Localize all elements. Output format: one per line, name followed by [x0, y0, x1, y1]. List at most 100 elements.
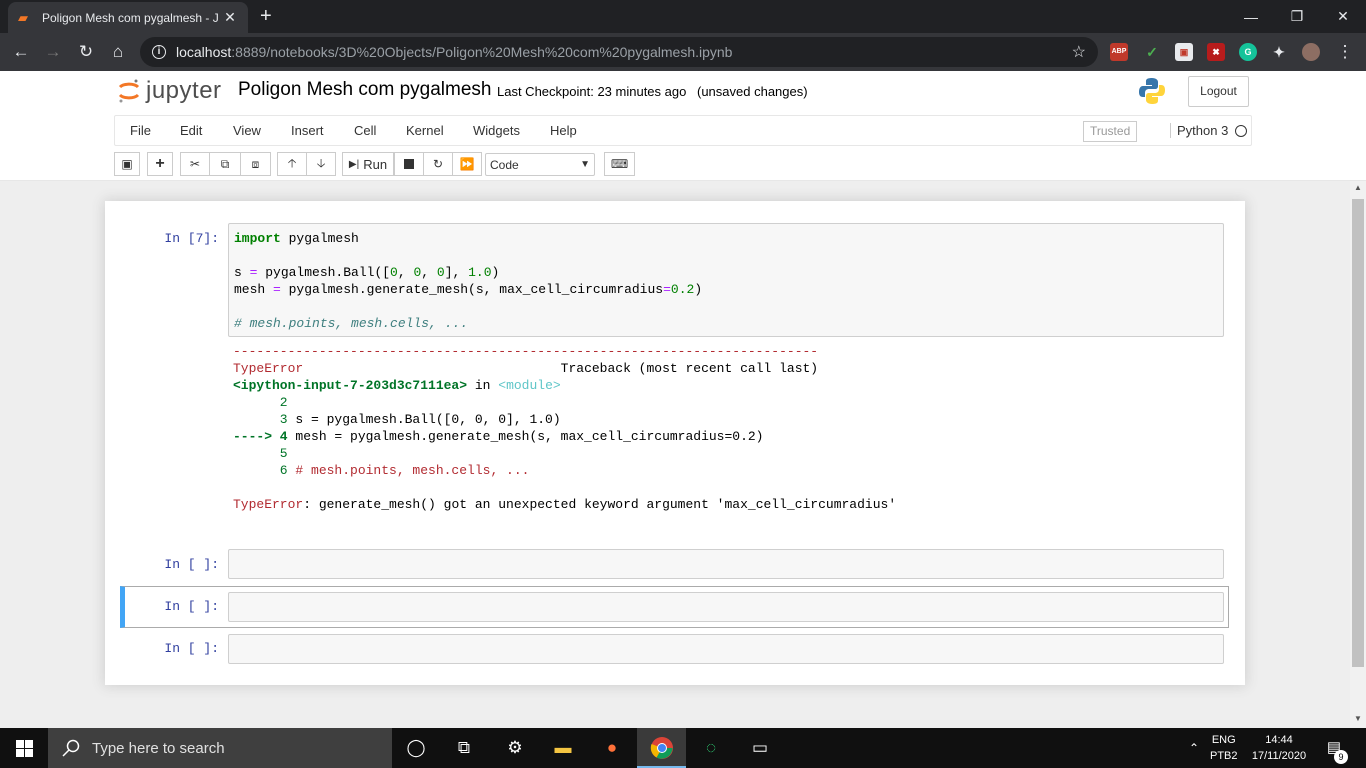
arrow-down-icon: 🡣 [316, 155, 326, 170]
app-loading-icon[interactable]: ◌ [699, 736, 723, 760]
close-window-icon[interactable]: ✕ [1320, 0, 1366, 33]
minimize-icon[interactable]: — [1228, 0, 1274, 33]
run-button[interactable]: ▶| Run [342, 152, 394, 176]
search-placeholder: Type here to search [92, 739, 225, 757]
home-icon[interactable]: ⌂ [107, 41, 129, 63]
step-forward-icon: ▶| [348, 158, 360, 170]
cell-prompt: In [ ]: [164, 641, 219, 656]
clock[interactable]: 14:44 17/11/2020 [1248, 732, 1310, 764]
address-bar[interactable]: i localhost:8889/notebooks/3D%20Objects/… [140, 37, 1098, 67]
chrome-taskbar-button[interactable] [637, 728, 686, 768]
menu-widgets[interactable]: Widgets [473, 123, 520, 138]
terminal-icon[interactable]: ▭ [748, 736, 772, 760]
cell-prompt: In [ ]: [164, 557, 219, 572]
settings-gear-icon[interactable]: ⚙ [503, 736, 527, 760]
code-input[interactable] [228, 634, 1224, 664]
menu-insert[interactable]: Insert [291, 123, 324, 138]
tray-chevron-up-icon[interactable]: ⌃ [1182, 736, 1206, 760]
restart-button[interactable]: ↻ [423, 152, 453, 176]
lang-code: ENG [1211, 734, 1236, 746]
check-extension-icon[interactable]: ✓ [1143, 43, 1161, 61]
restart-run-all-button[interactable]: ⏩ [452, 152, 482, 176]
browser-toolbar: ← → ↻ ⌂ i localhost:8889/notebooks/3D%20… [0, 33, 1366, 71]
browser-menu-icon[interactable]: ⋮ [1334, 41, 1356, 63]
language-indicator[interactable]: ENG PTB2 [1210, 732, 1238, 764]
file-explorer-icon[interactable]: ▬ [551, 736, 575, 760]
menu-edit[interactable]: Edit [180, 123, 202, 138]
cell-type-value: Code [490, 157, 519, 172]
move-up-button[interactable]: 🡡 [277, 152, 307, 176]
taskbar-search[interactable]: Type here to search [48, 728, 392, 768]
fast-forward-icon: ⏩ [459, 157, 475, 171]
traceback-line: ----------------------------------------… [233, 344, 819, 359]
traceback-line: TypeError Traceback (most recent call la… [233, 361, 819, 376]
jupyter-wordmark: jupyter [146, 77, 222, 104]
notebook-area: In [7]: import pygalmesh s = pygalmesh.B… [0, 181, 1350, 728]
jupyter-ring-icon [118, 79, 140, 103]
notebook-title[interactable]: Poligon Mesh com pygalmesh [238, 79, 491, 101]
browser-tab-bar: ▰ Poligon Mesh com pygalmesh - J ✕ + — ❐… [0, 0, 1366, 33]
traceback-line: 5 [233, 446, 288, 461]
profile-avatar[interactable] [1302, 43, 1320, 61]
taskbar: Type here to search ◯ ⧉ ⚙ ▬ ● ◌ ▭ ⌃ ENG … [0, 728, 1366, 768]
save-button[interactable]: ▣ [114, 152, 140, 176]
copy-icon: ⧉ [220, 156, 230, 171]
grammarly-extension-icon[interactable]: G [1239, 43, 1257, 61]
extensions-puzzle-icon[interactable]: ✦ [1270, 43, 1288, 61]
back-icon[interactable]: ← [10, 41, 32, 63]
insert-cell-button[interactable]: + [147, 152, 173, 176]
restore-icon[interactable]: ❐ [1274, 0, 1320, 33]
move-down-button[interactable]: 🡣 [306, 152, 336, 176]
clock-date: 17/11/2020 [1251, 750, 1307, 762]
code-input[interactable]: import pygalmesh s = pygalmesh.Ball([0, … [228, 223, 1224, 337]
command-palette-button[interactable]: ⌨ [604, 152, 635, 176]
new-tab-button[interactable]: + [260, 5, 272, 27]
scroll-up-icon[interactable]: ▲ [1354, 183, 1362, 192]
forward-icon[interactable]: → [42, 41, 64, 63]
bookmark-star-icon[interactable]: ☆ [1072, 42, 1086, 62]
jupyter-logo[interactable]: jupyter [118, 77, 222, 105]
red-extension-icon[interactable]: ✖ [1207, 43, 1225, 61]
firefox-icon[interactable]: ● [600, 736, 624, 760]
menu-help[interactable]: Help [550, 123, 577, 138]
menu-view[interactable]: View [233, 123, 261, 138]
cortana-icon[interactable]: ◯ [404, 736, 428, 760]
save-icon: ▣ [121, 157, 133, 171]
code-input[interactable] [228, 549, 1224, 579]
cell-output: ----------------------------------------… [228, 343, 1224, 513]
windows-start-icon[interactable] [16, 740, 33, 757]
menu-cell[interactable]: Cell [354, 123, 376, 138]
menu-bar: File Edit View Insert Cell Kernel Widget… [114, 115, 1252, 146]
page-scrollbar[interactable]: ▲ ▼ [1350, 181, 1366, 728]
scroll-down-icon[interactable]: ▼ [1354, 714, 1362, 723]
paste-button[interactable]: ⧈ [240, 152, 271, 176]
jupyter-favicon-icon: ▰ [18, 9, 28, 25]
task-view-icon[interactable]: ⧉ [452, 736, 476, 760]
pocket-extension-icon[interactable]: ▣ [1175, 43, 1193, 61]
menu-kernel[interactable]: Kernel [406, 123, 444, 138]
trusted-indicator[interactable]: Trusted [1083, 121, 1138, 142]
scrollbar-thumb[interactable] [1352, 199, 1364, 667]
menu-file[interactable]: File [130, 123, 151, 138]
copy-button[interactable]: ⧉ [209, 152, 241, 176]
restart-icon: ↻ [432, 157, 444, 171]
error-message: TypeError: generate_mesh() got an unexpe… [233, 497, 897, 512]
jupyter-header: jupyter Poligon Mesh com pygalmesh Last … [0, 71, 1366, 181]
browser-tab[interactable]: ▰ Poligon Mesh com pygalmesh - J ✕ [8, 2, 248, 33]
close-tab-icon[interactable]: ✕ [222, 9, 238, 26]
cell-type-select[interactable]: Code ▼ [485, 153, 595, 176]
plus-icon: + [155, 155, 165, 172]
logout-button[interactable]: Logout [1188, 76, 1249, 107]
traceback-line: 3 s = pygalmesh.Ball([0, 0, 0], 1.0) [233, 412, 561, 427]
reload-icon[interactable]: ↻ [75, 41, 97, 63]
kernel-name[interactable]: Python 3 [1170, 123, 1228, 138]
adblock-extension-icon[interactable]: ABP [1110, 43, 1128, 61]
site-info-icon[interactable]: i [152, 45, 166, 59]
python-logo-icon [1139, 78, 1165, 104]
interrupt-button[interactable] [394, 152, 424, 176]
keyboard-layout: PTB2 [1210, 750, 1238, 762]
code-input[interactable] [228, 592, 1224, 622]
cut-button[interactable]: ✂ [180, 152, 210, 176]
